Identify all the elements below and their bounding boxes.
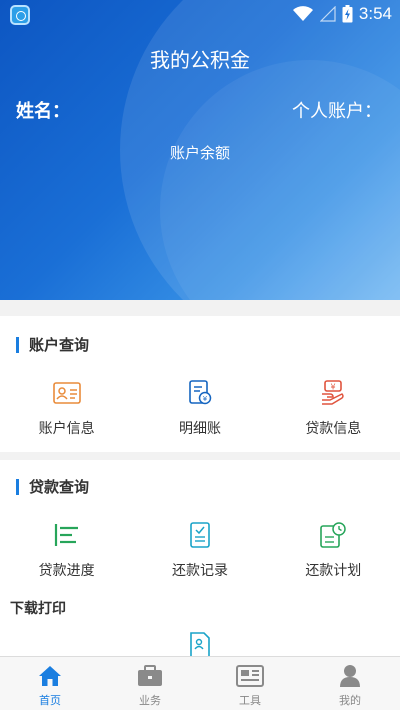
repayment-plan-button[interactable]: 还款计划	[267, 520, 400, 580]
section-accent-bar	[16, 478, 19, 495]
name-label: 姓名：	[16, 101, 70, 122]
progress-icon	[52, 520, 82, 550]
id-card-icon	[52, 378, 82, 408]
loan-progress-label: 贷款进度	[38, 563, 95, 579]
wifi-icon	[292, 6, 313, 21]
loan-query-title: 贷款查询	[29, 478, 90, 496]
nav-tools-label: 工具	[239, 694, 261, 707]
balance-label: 账户余额	[169, 144, 230, 162]
download-print-title: 下载打印	[10, 601, 66, 617]
status-bar: 3:54	[0, 0, 400, 30]
loan-info-button[interactable]: ¥ 贷款信息	[267, 378, 400, 438]
account-info-button[interactable]: 账户信息	[0, 378, 133, 438]
home-icon	[36, 663, 64, 689]
signal-icon	[319, 6, 336, 22]
nav-tools[interactable]: 工具	[200, 657, 300, 710]
section-accent-bar	[16, 336, 19, 353]
loan-info-icon: ¥	[318, 378, 348, 408]
account-query-section: 账户查询 账户信息 ¥ 明细账 ¥ 贷款信息	[0, 316, 400, 452]
user-icon	[336, 663, 364, 689]
nav-home[interactable]: 首页	[0, 657, 100, 710]
ledger-icon: ¥	[185, 378, 215, 408]
page-title: 我的公积金	[150, 48, 250, 72]
loan-query-section: 贷款查询 贷款进度 还款记录 还款计划 下载打印	[0, 460, 400, 660]
account-info-label: 账户信息	[38, 421, 95, 437]
repayment-plan-label: 还款计划	[305, 563, 362, 579]
section-title: 贷款查询	[16, 476, 89, 497]
newspaper-icon	[236, 663, 264, 689]
nav-profile-label: 我的	[339, 694, 361, 707]
record-icon	[185, 520, 215, 550]
svg-text:¥: ¥	[203, 395, 208, 403]
ledger-label: 明细账	[178, 421, 221, 437]
svg-text:¥: ¥	[331, 383, 336, 392]
nav-business[interactable]: 业务	[100, 657, 200, 710]
account-query-title: 账户查询	[29, 336, 90, 354]
plan-icon	[318, 520, 348, 550]
nav-profile[interactable]: 我的	[300, 657, 400, 710]
repayment-record-label: 还款记录	[171, 563, 228, 579]
ledger-button[interactable]: ¥ 明细账	[133, 378, 266, 438]
account-header: 我的公积金 姓名： 个人账户： 账户余额	[0, 0, 400, 300]
briefcase-icon	[136, 663, 164, 689]
status-time: 3:54	[358, 4, 392, 23]
app-notification-icon	[10, 5, 30, 25]
nav-home-label: 首页	[39, 694, 61, 707]
repayment-record-button[interactable]: 还款记录	[133, 520, 266, 580]
loan-info-label: 贷款信息	[305, 421, 362, 437]
section-title: 账户查询	[16, 334, 89, 355]
bottom-navigation: 首页 业务 工具 我的	[0, 656, 400, 710]
nav-business-label: 业务	[139, 694, 161, 707]
loan-progress-button[interactable]: 贷款进度	[0, 520, 133, 580]
battery-charging-icon	[342, 5, 353, 23]
account-label: 个人账户：	[292, 101, 382, 122]
